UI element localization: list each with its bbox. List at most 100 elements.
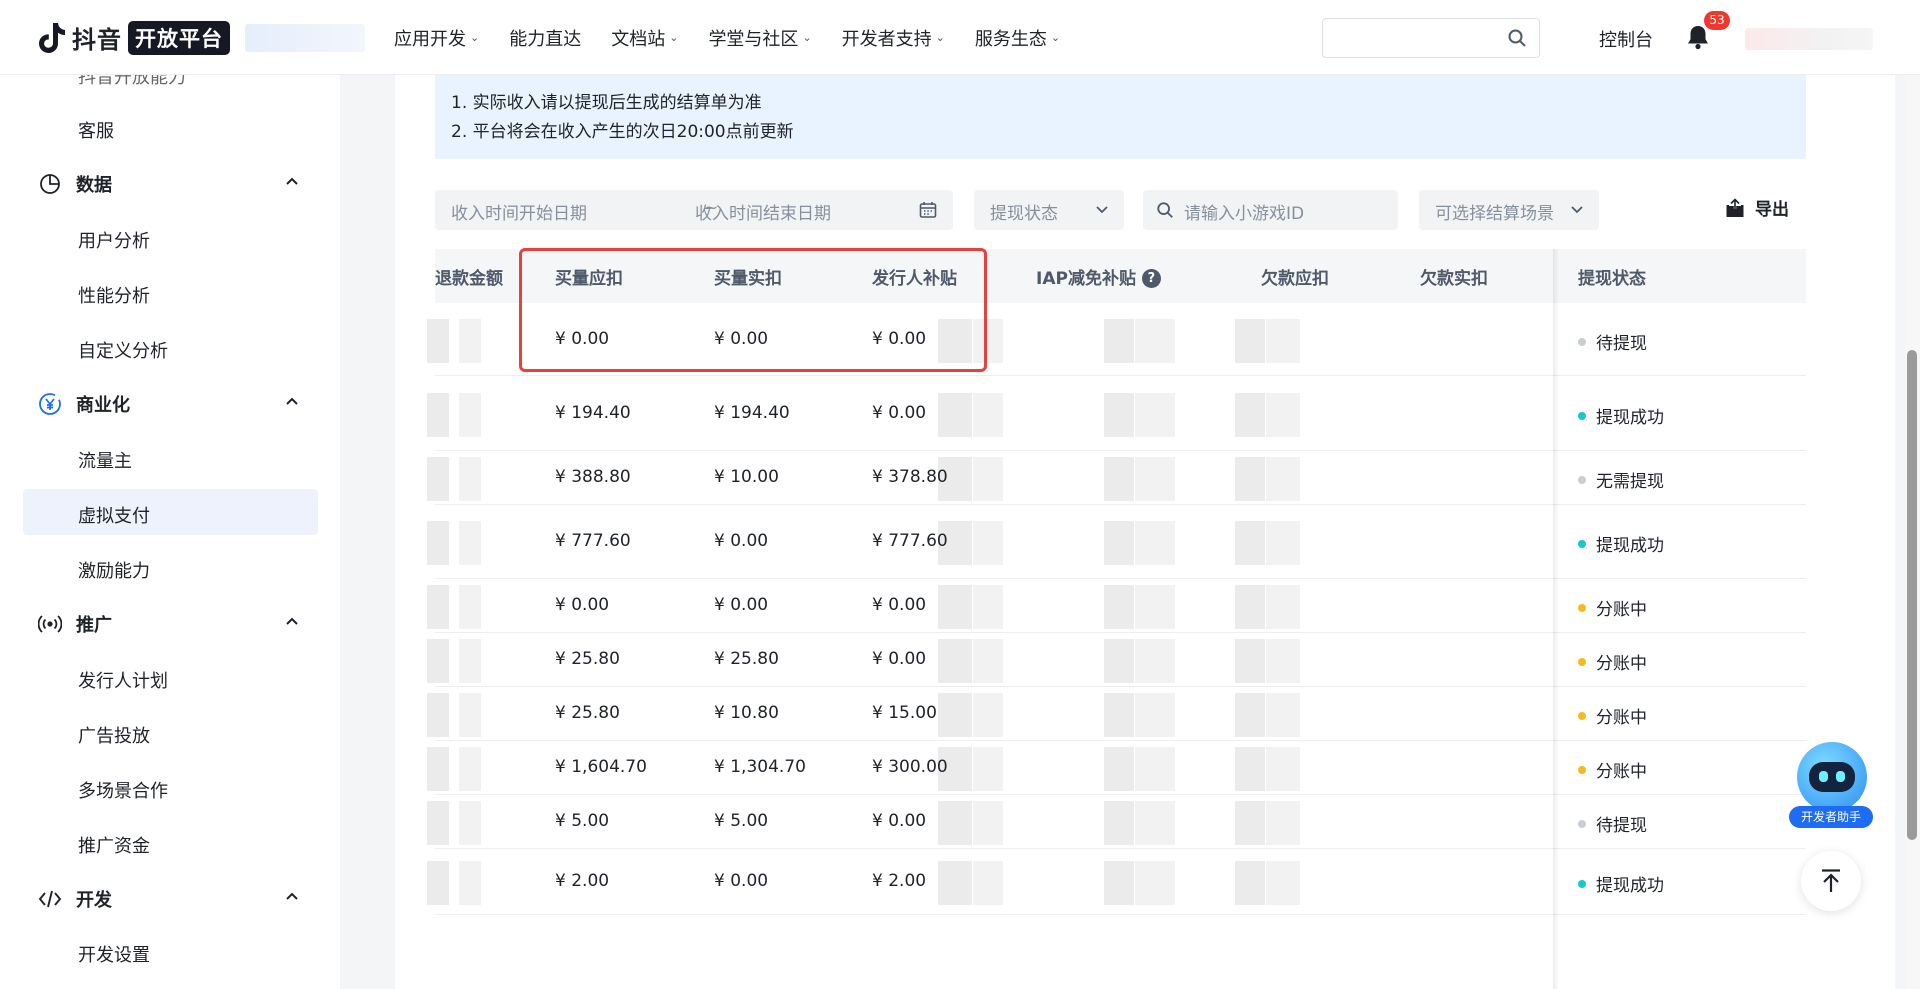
- cell-withdraw-status: 分账中: [1578, 703, 1647, 728]
- redacted-cell: [1235, 801, 1265, 845]
- redacted-cell: [1266, 693, 1300, 737]
- nav-dev-support[interactable]: 开发者支持 ⌄: [842, 25, 945, 51]
- col-debt-actual: 欠款实扣: [1420, 269, 1488, 289]
- income-date-range-picker[interactable]: 收入时间开始日期 ~ 收入时间结束日期: [435, 190, 953, 230]
- sidebar-item-performance-analysis[interactable]: 性能分析: [78, 282, 150, 308]
- sidebar-active-highlight: [23, 489, 318, 535]
- help-icon[interactable]: ?: [1141, 269, 1161, 288]
- sidebar-item-traffic-owner[interactable]: 流量主: [78, 447, 132, 473]
- income-notice: 1. 实际收入请以提现后生成的结算单为准 2. 平台将会在收入产生的次日20:0…: [435, 75, 1806, 159]
- table-row: ¥ 777.60 ¥ 0.00 ¥ 777.60 提现成功: [427, 505, 1806, 579]
- logo-badge: 开放平台: [128, 20, 230, 55]
- app-name-blurred: [245, 24, 365, 52]
- cell-buy-due: ¥ 1,604.70: [555, 757, 647, 777]
- nav-capabilities[interactable]: 能力直达: [509, 25, 581, 51]
- chevron-down-icon: [1569, 201, 1585, 222]
- cell-withdraw-status: 提现成功: [1578, 871, 1664, 896]
- redacted-cell: [938, 393, 972, 437]
- console-link[interactable]: 控制台: [1599, 26, 1653, 52]
- user-avatar-blurred[interactable]: [1745, 28, 1873, 50]
- sidebar-item-incentive[interactable]: 激励能力: [78, 557, 150, 583]
- douyin-logo[interactable]: 抖音 开放平台: [38, 20, 230, 55]
- redacted-cell: [973, 457, 1003, 501]
- nav-docs[interactable]: 文档站 ⌄: [611, 25, 678, 51]
- cell-publisher-subsidy: ¥ 0.00: [872, 403, 927, 423]
- sidebar-item-open-capability[interactable]: 抖音开放能力: [78, 75, 186, 89]
- sidebar-group-data[interactable]: 数据: [38, 171, 300, 197]
- col-label: IAP减免补贴: [1036, 269, 1136, 289]
- chevron-down-icon: [1094, 201, 1110, 222]
- redacted-cell: [1135, 393, 1175, 437]
- nav-ecosystem[interactable]: 服务生态 ⌄: [975, 25, 1060, 51]
- redacted-cell: [459, 747, 481, 791]
- chevron-up-icon: [284, 888, 300, 909]
- nav-academy[interactable]: 学堂与社区 ⌄: [708, 25, 811, 51]
- sidebar-item-ad-delivery[interactable]: 广告投放: [78, 722, 150, 748]
- redacted-cell: [1235, 319, 1265, 363]
- redacted-cell: [1135, 693, 1175, 737]
- search-icon: [1156, 201, 1174, 224]
- redacted-cell: [459, 693, 481, 737]
- search-icon[interactable]: [1507, 28, 1527, 53]
- sidebar-item-user-analysis[interactable]: 用户分析: [78, 227, 150, 253]
- mini-game-id-input[interactable]: 请输入小游戏ID: [1143, 190, 1398, 230]
- sidebar-item-dev-settings[interactable]: 开发设置: [78, 941, 150, 967]
- redacted-cell: [973, 747, 1003, 791]
- redacted-cell: [459, 861, 481, 905]
- redacted-cell: [1135, 801, 1175, 845]
- redacted-cell: [427, 639, 449, 683]
- sidebar-group-dev[interactable]: 开发: [38, 886, 300, 912]
- redacted-cell: [1135, 747, 1175, 791]
- sidebar-item-customer-service[interactable]: 客服: [78, 117, 114, 143]
- redacted-cell: [1104, 319, 1134, 363]
- cell-publisher-subsidy: ¥ 378.80: [872, 467, 948, 487]
- redacted-cell: [938, 639, 972, 683]
- sidebar-item-publisher-plan[interactable]: 发行人计划: [78, 667, 168, 693]
- sidebar-item-custom-analysis[interactable]: 自定义分析: [78, 337, 168, 363]
- cell-buy-actual: ¥ 10.00: [714, 467, 779, 487]
- nav-app-dev[interactable]: 应用开发 ⌄: [394, 25, 479, 51]
- sidebar-item-multi-scene[interactable]: 多场景合作: [78, 777, 168, 803]
- redacted-cell: [973, 521, 1003, 565]
- redacted-cell: [938, 693, 972, 737]
- redacted-cell: [938, 801, 972, 845]
- withdraw-status-select[interactable]: 提现状态: [974, 190, 1124, 230]
- export-label: 导出: [1755, 200, 1789, 220]
- cell-publisher-subsidy: ¥ 0.00: [872, 649, 927, 669]
- cell-publisher-subsidy: ¥ 300.00: [872, 757, 948, 777]
- sidebar-item-promo-funds[interactable]: 推广资金: [78, 832, 150, 858]
- status-dot: [1578, 412, 1586, 420]
- cell-withdraw-status: 分账中: [1578, 649, 1647, 674]
- table-row: ¥ 2.00 ¥ 0.00 ¥ 2.00 提现成功: [427, 849, 1806, 915]
- status-label: 提现成功: [1596, 876, 1664, 896]
- robot-icon: [1797, 742, 1867, 812]
- sidebar-group-promotion[interactable]: 推广: [38, 611, 300, 637]
- redacted-cell: [1235, 457, 1265, 501]
- bell-icon[interactable]: [1686, 24, 1710, 55]
- back-to-top-button[interactable]: [1801, 851, 1861, 911]
- redacted-cell: [1104, 801, 1134, 845]
- cell-buy-actual: ¥ 0.00: [714, 531, 769, 551]
- end-date-input[interactable]: 收入时间结束日期: [695, 199, 831, 224]
- cell-withdraw-status: 提现成功: [1578, 531, 1664, 556]
- status-label: 待提现: [1596, 334, 1647, 354]
- redacted-cell: [1135, 457, 1175, 501]
- cell-buy-actual: ¥ 194.40: [714, 403, 790, 423]
- assistant-label: 开发者助手: [1789, 806, 1873, 828]
- settlement-scene-select[interactable]: 可选择结算场景: [1419, 190, 1599, 230]
- status-dot: [1578, 820, 1586, 828]
- sidebar-group-monetization[interactable]: 商业化: [38, 391, 300, 417]
- input-placeholder: 请输入小游戏ID: [1184, 204, 1305, 224]
- export-button[interactable]: 导出: [1725, 195, 1789, 220]
- chevron-up-icon: [284, 173, 300, 194]
- global-search-input[interactable]: [1322, 18, 1540, 58]
- start-date-input[interactable]: 收入时间开始日期: [451, 199, 587, 224]
- notice-line: 2. 平台将会在收入产生的次日20:00点前更新: [451, 122, 794, 142]
- developer-assistant-button[interactable]: 开发者助手: [1789, 742, 1873, 832]
- redacted-cell: [459, 639, 481, 683]
- sidebar-item-virtual-payment[interactable]: 虚拟支付: [78, 502, 150, 528]
- scrollbar-thumb[interactable]: [1907, 350, 1917, 840]
- sidebar-group-label: 数据: [76, 175, 112, 196]
- calendar-icon[interactable]: [919, 201, 937, 224]
- redacted-cell: [1104, 585, 1134, 629]
